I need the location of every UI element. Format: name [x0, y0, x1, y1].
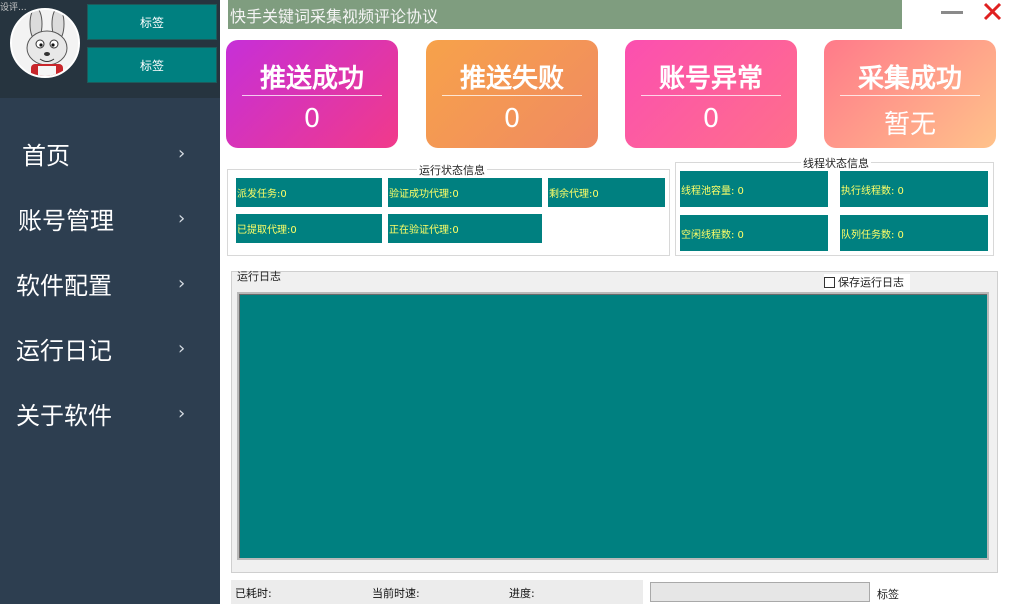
run-status-group: 运行状态信息 派发任务:0 验证成功代理:0 剩余代理:0 已提取代理:0 正在… [227, 162, 670, 256]
tag-button-bottom[interactable]: 标签 [87, 47, 217, 83]
sidebar-item-run-diary[interactable]: 运行日记 › [0, 318, 220, 378]
stat-card-title: 推送成功 [259, 64, 364, 94]
run-log-title: 运行日志 [237, 270, 281, 283]
close-button[interactable] [978, 0, 1008, 26]
stat-card-title: 采集成功 [857, 64, 962, 94]
stat-card-account-abnormal: 账号异常 0 [625, 40, 797, 148]
stat-card-title: 推送失败 [459, 64, 564, 94]
stat-card-value: 0 [303, 104, 321, 134]
avatar[interactable] [10, 8, 80, 78]
window-title: 快手关键词采集视频评论协议 [230, 6, 439, 26]
divider [641, 95, 781, 96]
idle-threads-value: 空闲线程数: 0 [680, 215, 828, 251]
verify-success-proxy-value: 验证成功代理:0 [388, 178, 542, 207]
save-log-checkbox[interactable]: 保存运行日志 [824, 274, 910, 290]
queue-tasks-value: 队列任务数: 0 [840, 215, 988, 251]
tag-button-top[interactable]: 标签 [87, 4, 217, 40]
sidebar-item-about[interactable]: 关于软件 › [0, 383, 220, 443]
divider [442, 95, 582, 96]
stat-card-title: 账号异常 [658, 64, 763, 94]
sidebar-item-home[interactable]: 首页 › [0, 123, 220, 183]
stat-card-push-success: 推送成功 0 [226, 40, 398, 148]
sidebar-item-label: 关于软件 [16, 401, 112, 430]
stat-card-push-failed: 推送失败 0 [426, 40, 598, 148]
current-speed-label: 当前时速: [372, 587, 420, 600]
sidebar-item-account-management[interactable]: 账号管理 › [0, 188, 220, 248]
progress-label: 进度: [509, 587, 535, 600]
chevron-right-icon: › [178, 207, 186, 229]
sidebar: 设评... 标签 标签 首页 › 账号管理 › 软件配置 › 运行日记 › 关于… [0, 0, 220, 604]
chevron-right-icon: › [178, 142, 186, 164]
group-title: 运行状态信息 [417, 162, 487, 178]
stat-card-value: 暂无 [883, 110, 936, 140]
dispatched-tasks-value: 派发任务:0 [236, 178, 382, 207]
progress-bar [650, 582, 870, 602]
elapsed-time-label: 已耗时: [235, 587, 272, 600]
run-log-group: 运行日志 [231, 270, 998, 573]
thread-status-group: 线程状态信息 线程池容量: 0 执行线程数: 0 空闲线程数: 0 队列任务数:… [675, 155, 994, 256]
run-log-textarea[interactable] [237, 292, 989, 560]
verifying-proxy-value: 正在验证代理:0 [388, 214, 542, 243]
divider [242, 95, 382, 96]
checkbox-icon[interactable] [824, 276, 835, 288]
stat-card-value: 0 [503, 104, 521, 134]
thread-pool-capacity-value: 线程池容量: 0 [680, 171, 828, 207]
stat-card-value: 0 [702, 104, 720, 134]
chevron-right-icon: › [178, 337, 186, 359]
sidebar-item-label: 账号管理 [18, 206, 114, 235]
group-title: 线程状态信息 [801, 155, 871, 171]
divider [840, 95, 980, 96]
remaining-proxy-value: 剩余代理:0 [548, 178, 665, 207]
sidebar-item-software-config[interactable]: 软件配置 › [0, 253, 220, 313]
window-caption-fragment: 设评... [0, 3, 27, 13]
status-tag-label: 标签 [877, 588, 899, 601]
stat-card-collect-success: 采集成功 暂无 [824, 40, 996, 148]
running-threads-value: 执行线程数: 0 [840, 171, 988, 207]
save-log-label: 保存运行日志 [838, 276, 904, 289]
close-icon [983, 2, 1002, 21]
sidebar-item-label: 软件配置 [16, 271, 112, 300]
sidebar-item-label: 运行日记 [16, 336, 112, 365]
window-title-bar[interactable]: 快手关键词采集视频评论协议 [228, 0, 902, 29]
chevron-right-icon: › [178, 272, 186, 294]
chevron-right-icon: › [178, 402, 186, 424]
status-bar: 已耗时: 当前时速: 进度: [231, 580, 643, 604]
sidebar-item-label: 首页 [22, 141, 70, 170]
minimize-button[interactable] [938, 2, 968, 24]
fetched-proxy-value: 已提取代理:0 [236, 214, 382, 243]
